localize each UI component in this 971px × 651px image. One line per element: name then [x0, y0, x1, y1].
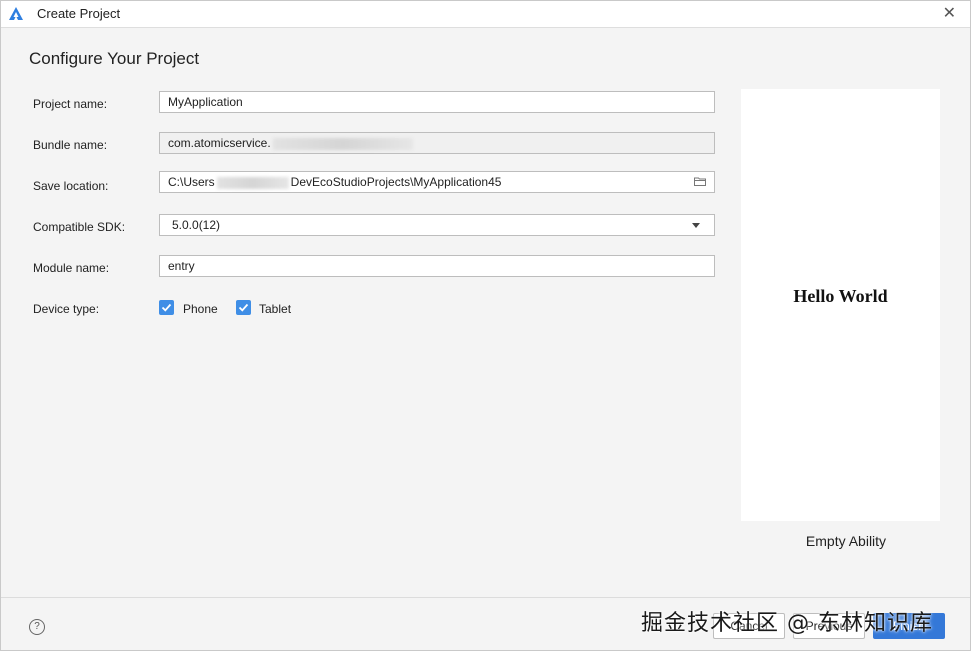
help-icon[interactable]: ?: [29, 619, 45, 635]
project-name-input[interactable]: MyApplication: [159, 91, 715, 113]
project-name-label: Project name:: [33, 97, 108, 111]
redacted-username: [216, 176, 289, 189]
redacted-text: [272, 137, 413, 150]
footer-divider: [1, 597, 970, 598]
module-name-input[interactable]: entry: [159, 255, 715, 277]
app-logo-icon: [9, 7, 23, 20]
title-bar: Create Project ✕: [1, 1, 970, 28]
save-location-input[interactable]: C:\Users DevEcoStudioProjects\MyApplicati…: [159, 171, 715, 193]
chevron-down-icon: [692, 223, 700, 228]
preview-caption: Empty Ability: [805, 533, 887, 549]
save-location-prefix: C:\Users: [168, 175, 215, 189]
phone-checkbox[interactable]: [159, 300, 174, 315]
tablet-label: Tablet: [259, 302, 292, 316]
compatible-sdk-select[interactable]: 5.0.0(12): [159, 214, 715, 236]
compatible-sdk-label: Compatible SDK:: [33, 220, 126, 234]
tablet-checkbox[interactable]: [236, 300, 251, 315]
checkmark-icon: [161, 303, 172, 312]
device-type-label: Device type:: [33, 302, 100, 316]
checkmark-icon: [238, 303, 249, 312]
save-location-label: Save location:: [33, 179, 109, 193]
create-project-dialog: Create Project ✕ Configure Your Project …: [0, 0, 971, 651]
page-title: Configure Your Project: [29, 49, 200, 68]
compatible-sdk-value: 5.0.0(12): [172, 218, 221, 232]
close-icon[interactable]: ✕: [943, 3, 956, 23]
phone-label: Phone: [183, 302, 218, 316]
window-title: Create Project: [37, 6, 121, 21]
previous-button[interactable]: Previous: [793, 613, 865, 639]
cancel-button[interactable]: Cancel: [713, 613, 785, 639]
module-name-value: entry: [168, 259, 195, 273]
module-name-label: Module name:: [33, 261, 110, 275]
finish-button[interactable]: Finish: [873, 613, 945, 639]
bundle-name-label: Bundle name:: [33, 138, 108, 152]
project-name-value: MyApplication: [168, 95, 243, 109]
folder-icon[interactable]: [694, 177, 706, 186]
preview-hello-text: Hello World: [793, 286, 888, 306]
save-location-suffix: DevEcoStudioProjects\MyApplication45: [290, 175, 502, 189]
bundle-name-input[interactable]: com.atomicservice.: [159, 132, 715, 154]
template-preview: Hello World: [741, 89, 940, 521]
bundle-name-value: com.atomicservice.: [168, 136, 271, 150]
